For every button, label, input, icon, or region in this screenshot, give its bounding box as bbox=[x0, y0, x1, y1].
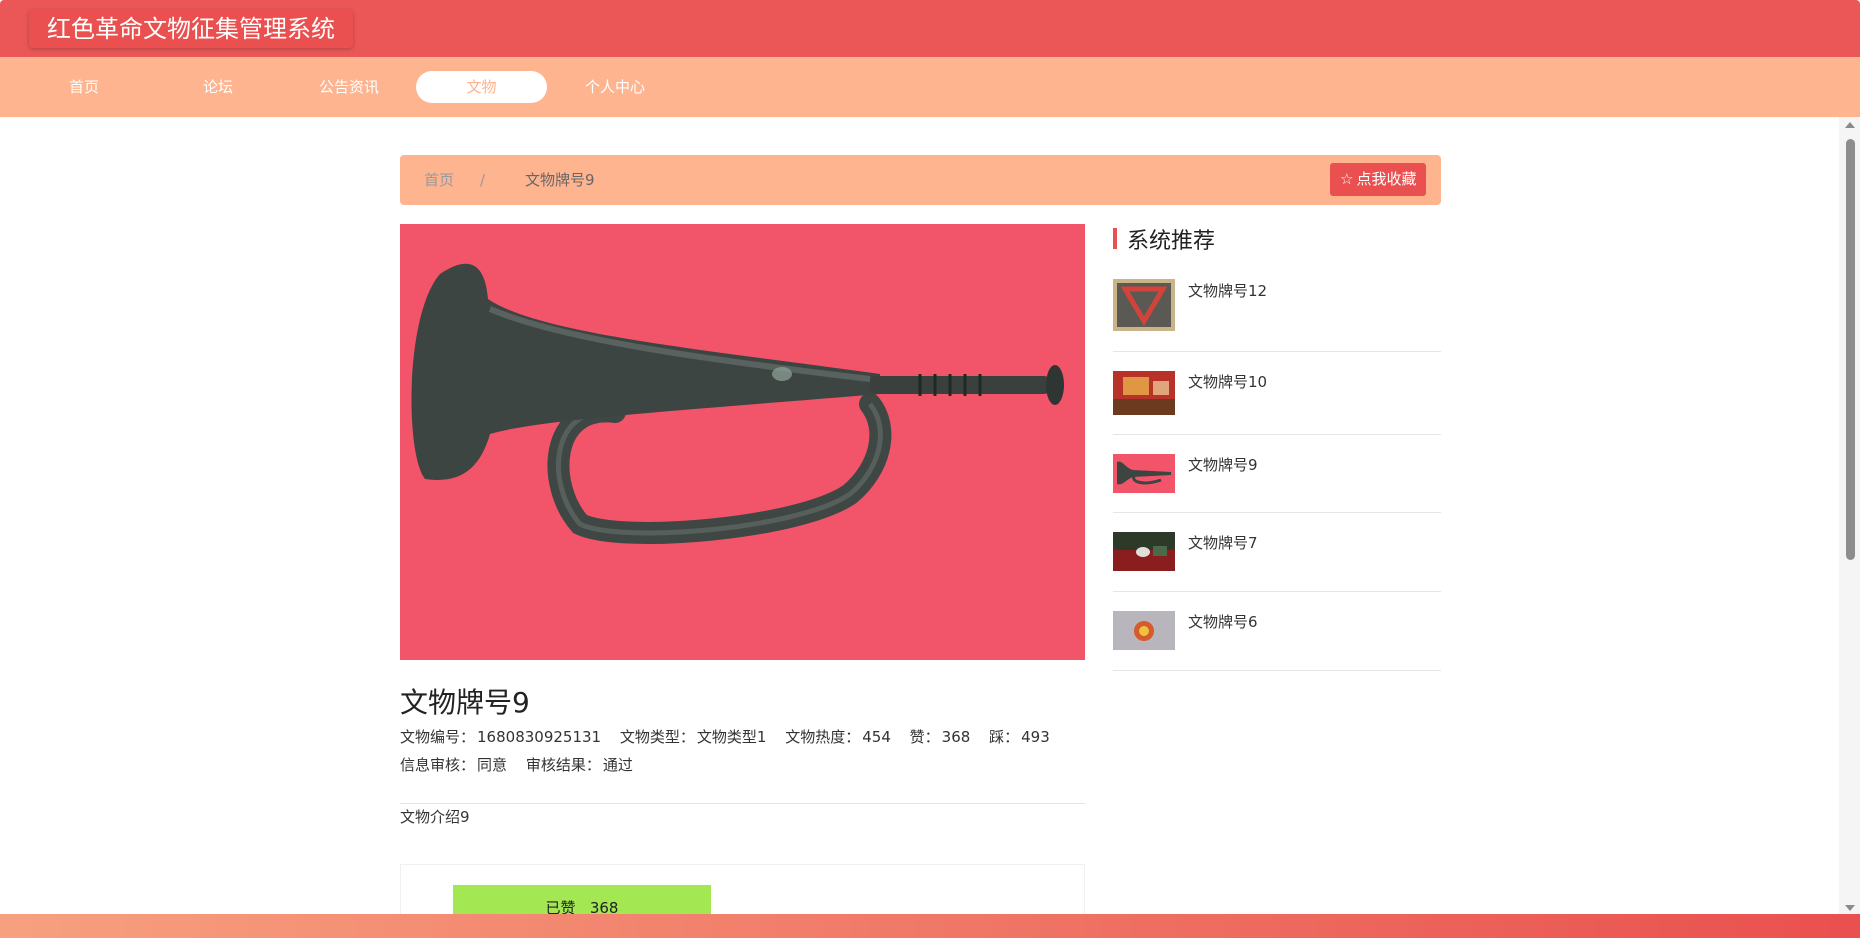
recommend-item-label: 文物牌号9 bbox=[1188, 456, 1258, 474]
recommend-item[interactable]: 文物牌号7 bbox=[1113, 513, 1441, 592]
nav-item-home[interactable]: 首页 bbox=[32, 71, 136, 103]
nav-item-news[interactable]: 公告资讯 bbox=[297, 71, 401, 103]
relic-type-value: 文物类型1 bbox=[696, 728, 767, 746]
relic-number-value: 1680830925131 bbox=[477, 728, 602, 746]
recommend-item-label: 文物牌号10 bbox=[1188, 373, 1268, 391]
nav-item-profile[interactable]: 个人中心 bbox=[562, 71, 668, 103]
nav-item-relics[interactable]: 文物 bbox=[416, 71, 547, 103]
recommend-item[interactable]: 文物牌号9 bbox=[1113, 435, 1441, 513]
breadcrumb: 首页 / 文物牌号9 ☆ 点我收藏 bbox=[400, 155, 1441, 205]
divider bbox=[400, 803, 1085, 804]
breadcrumb-separator: / bbox=[480, 171, 486, 189]
relic-title: 文物牌号9 bbox=[400, 686, 530, 719]
recommend-item-label: 文物牌号12 bbox=[1188, 282, 1268, 300]
page-scrollbar[interactable] bbox=[1839, 117, 1860, 914]
flag-thumbnail bbox=[1113, 371, 1175, 415]
relic-main-image bbox=[400, 224, 1085, 660]
star-outline-icon: ☆ bbox=[1340, 170, 1354, 188]
relic-number-label: 文物编号： bbox=[400, 728, 476, 746]
scroll-up-arrow-icon[interactable] bbox=[1845, 122, 1855, 128]
relic-type-label: 文物类型： bbox=[619, 728, 695, 746]
relic-meta-row-2: 信息审核： 同意 审核结果： 通过 bbox=[400, 754, 635, 775]
review-value: 同意 bbox=[477, 756, 508, 774]
breadcrumb-current: 文物牌号9 bbox=[525, 171, 595, 189]
nav-item-forum[interactable]: 论坛 bbox=[166, 71, 270, 103]
recommend-title: 系统推荐 bbox=[1127, 229, 1216, 254]
review-label: 信息审核： bbox=[400, 756, 476, 774]
review-result-label: 审核结果： bbox=[525, 756, 601, 774]
medal-box-thumbnail bbox=[1113, 532, 1175, 571]
badge-thumbnail bbox=[1113, 611, 1175, 650]
relic-dislikes-label: 踩： bbox=[989, 728, 1020, 746]
relic-heat-value: 454 bbox=[862, 728, 891, 746]
red-scarf-thumbnail bbox=[1113, 279, 1175, 331]
bugle-thumbnail bbox=[1113, 454, 1175, 493]
recommend-item-label: 文物牌号7 bbox=[1188, 534, 1258, 552]
recommend-item[interactable]: 文物牌号10 bbox=[1113, 352, 1441, 435]
relic-likes-label: 赞： bbox=[909, 728, 940, 746]
breadcrumb-home-link[interactable]: 首页 bbox=[424, 155, 454, 205]
footer-bar bbox=[0, 914, 1860, 938]
favorite-button[interactable]: ☆ 点我收藏 bbox=[1330, 163, 1427, 196]
relic-description: 文物介绍9 bbox=[400, 808, 470, 826]
favorite-label: 点我收藏 bbox=[1356, 170, 1417, 188]
relic-heat-label: 文物热度： bbox=[785, 728, 861, 746]
app-title[interactable]: 红色革命文物征集管理系统 bbox=[29, 10, 353, 48]
bugle-icon bbox=[400, 224, 1085, 660]
main-nav: 首页 论坛 公告资讯 文物 个人中心 bbox=[0, 57, 1860, 117]
recommend-title-marker bbox=[1113, 228, 1117, 249]
relic-likes-value: 368 bbox=[941, 728, 971, 746]
recommend-item-label: 文物牌号6 bbox=[1188, 613, 1258, 631]
recommend-item[interactable]: 文物牌号6 bbox=[1113, 592, 1441, 671]
scroll-down-arrow-icon[interactable] bbox=[1845, 905, 1855, 911]
relic-dislikes-value: 493 bbox=[1021, 728, 1050, 746]
relic-meta-row-1: 文物编号： 1680830925131 文物类型： 文物类型1 文物热度： 454 赞… bbox=[400, 726, 1052, 747]
header-bar: 红色革命文物征集管理系统 bbox=[0, 0, 1860, 57]
recommend-item[interactable]: 文物牌号12 bbox=[1113, 277, 1441, 352]
scroll-thumb[interactable] bbox=[1846, 139, 1855, 560]
review-result-value: 通过 bbox=[602, 756, 633, 774]
